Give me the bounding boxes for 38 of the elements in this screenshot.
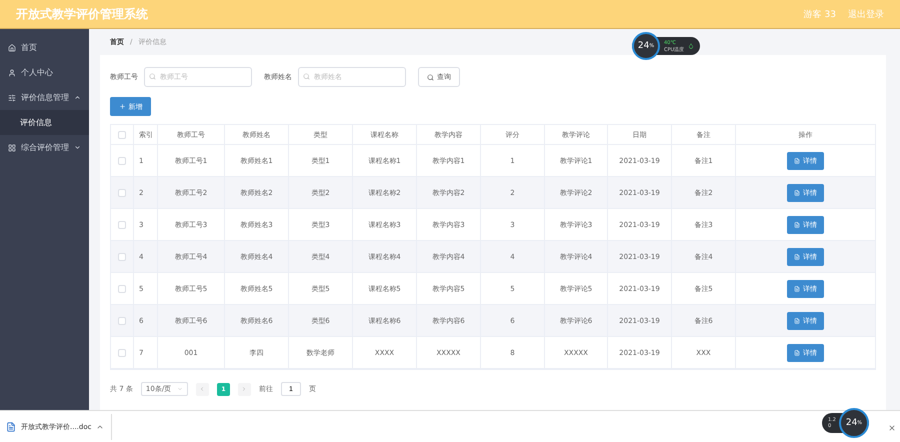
close-icon[interactable] [888, 424, 896, 432]
row-checkbox[interactable] [118, 316, 126, 324]
home-icon [8, 44, 16, 52]
row-checkbox[interactable] [118, 284, 126, 292]
select-all-checkbox[interactable] [118, 130, 126, 138]
chevron-right-icon [241, 386, 248, 392]
chevron-left-icon [199, 386, 206, 392]
app-title: 开放式教学评价管理系统 [16, 6, 148, 22]
row-checkbox[interactable] [118, 220, 126, 228]
prev-page-button[interactable] [196, 382, 209, 396]
search-icon [303, 73, 310, 80]
sidebar-item[interactable]: 评价信息管理 [0, 85, 89, 110]
document-icon [794, 350, 800, 356]
sidebar-item[interactable]: 个人中心 [0, 60, 89, 85]
search-icon [149, 73, 156, 80]
document-icon [794, 190, 800, 196]
sliders-icon [8, 94, 16, 102]
row-checkbox[interactable] [118, 156, 126, 164]
search-icon [427, 74, 434, 80]
document-icon [794, 254, 800, 260]
sidebar-subitem[interactable]: 评价信息 [0, 110, 89, 135]
chevron-down-icon [176, 386, 183, 392]
document-icon [794, 318, 800, 324]
document-icon [794, 158, 800, 164]
droplet-icon [688, 43, 694, 49]
next-page-button[interactable] [238, 382, 251, 396]
user-icon [8, 68, 16, 76]
row-checkbox[interactable] [118, 188, 126, 196]
grid-icon [8, 144, 16, 152]
sidebar-item[interactable]: 综合评价管理 [0, 135, 89, 160]
sidebar-item[interactable]: 首页 [0, 35, 89, 60]
row-checkbox[interactable] [118, 348, 126, 356]
row-checkbox[interactable] [118, 252, 126, 260]
document-icon [794, 222, 800, 228]
document-icon [794, 286, 800, 292]
user-name: 游客 33 [804, 8, 836, 20]
plus-icon [118, 103, 126, 110]
document-icon [6, 422, 16, 432]
